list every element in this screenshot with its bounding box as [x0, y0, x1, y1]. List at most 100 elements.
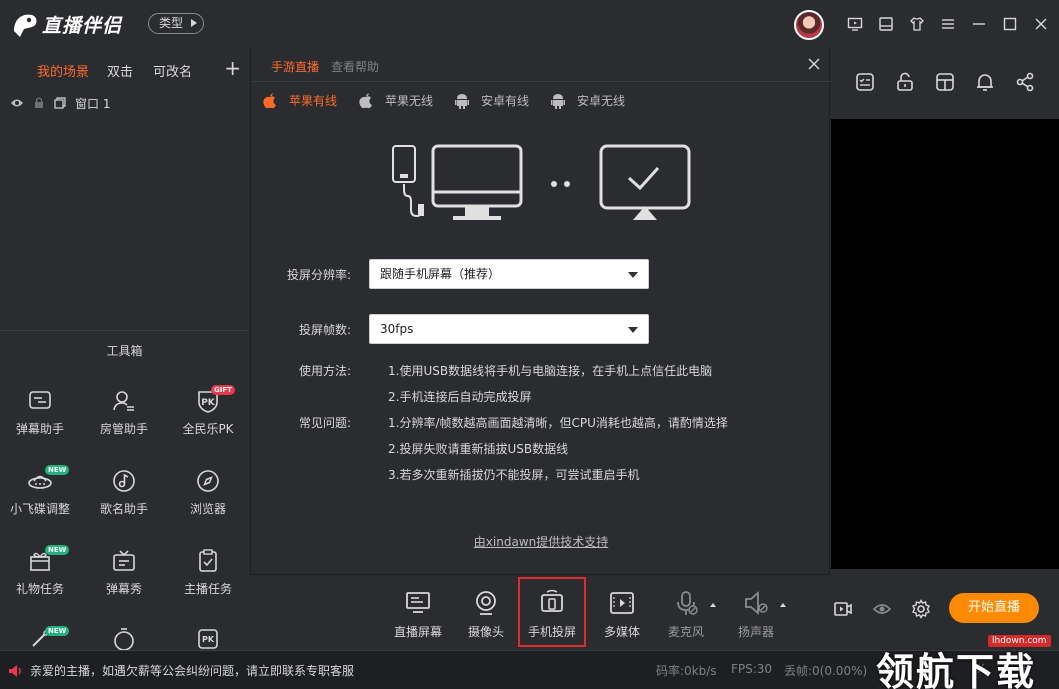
- unlock-icon[interactable]: [895, 72, 917, 94]
- layout-icon[interactable]: [876, 14, 896, 34]
- menu-icon[interactable]: [938, 14, 958, 34]
- tool-gift-task[interactable]: NEW 礼物任务: [0, 545, 80, 618]
- tool-label: 弹幕助手: [15, 422, 64, 436]
- bitrate-stat: 码率:0kb/s: [656, 664, 717, 678]
- close-icon[interactable]: [1031, 14, 1051, 34]
- media-button[interactable]: 多媒体: [588, 575, 656, 645]
- new-badge: NEW: [45, 465, 70, 475]
- faq-line: 1.分辨率/帧数越高画面越清晰，但CPU消耗也越高，请酌情选择: [388, 416, 728, 430]
- settings-gear-icon[interactable]: [911, 599, 931, 619]
- media-icon: [610, 592, 634, 614]
- tool-label: 小飞碟调整: [9, 502, 70, 516]
- scene-tab-double-click[interactable]: 双击: [107, 61, 133, 80]
- apple-icon: [263, 93, 276, 108]
- scene-tabs: 我的场景 双击 可改名 +: [0, 48, 249, 90]
- lock-icon[interactable]: [33, 97, 45, 109]
- browser-icon: [197, 470, 219, 492]
- toolbox-title: 工具箱: [106, 344, 143, 358]
- title-bar: 直播伴侣 类型: [0, 0, 1059, 48]
- eye-icon[interactable]: [872, 599, 892, 619]
- maximize-icon[interactable]: [1000, 14, 1020, 34]
- app-name: 直播伴侣: [42, 14, 123, 37]
- skin-icon[interactable]: [907, 14, 927, 34]
- tool-label: 直播屏幕: [393, 625, 442, 639]
- screen-capture-button[interactable]: 直播屏幕: [384, 575, 452, 645]
- tool-ufo-adjust[interactable]: NEW 小飞碟调整: [0, 465, 80, 538]
- speaker-options-caret-icon[interactable]: [778, 599, 788, 611]
- usage-label: 使用方法:: [298, 364, 351, 378]
- eye-icon[interactable]: [10, 98, 24, 108]
- app-logo: 直播伴侣: [10, 9, 122, 39]
- new-badge: NEW: [45, 626, 70, 636]
- phone-cast-button[interactable]: 手机投屏: [518, 577, 586, 647]
- source-item[interactable]: 窗口 1: [10, 94, 110, 112]
- apple-icon: [359, 93, 373, 108]
- camera-button[interactable]: 摄像头: [452, 575, 520, 645]
- tab-apple-wired[interactable]: 苹果有线: [263, 92, 337, 109]
- chevron-down-icon: [628, 327, 638, 333]
- tool-browser[interactable]: 浏览器: [168, 468, 248, 538]
- tool-label: 手机投屏: [527, 625, 576, 639]
- tab-apple-wireless[interactable]: 苹果无线: [359, 92, 433, 109]
- fps-label: 投屏帧数:: [298, 322, 351, 337]
- scene-tab-my-scenes[interactable]: 我的场景: [37, 61, 89, 80]
- checklist-icon[interactable]: [855, 72, 877, 94]
- microphone-muted-icon: [677, 591, 698, 615]
- announcement-speaker-icon: [9, 664, 21, 677]
- danmaku-show-icon: [113, 550, 135, 571]
- minimize-icon[interactable]: [969, 14, 989, 34]
- tool-music-assistant[interactable]: 歌名助手: [84, 468, 164, 538]
- tab-label: 安卓有线: [481, 94, 530, 108]
- tool-label: 扬声器: [737, 625, 774, 639]
- tool-label: 礼物任务: [15, 582, 64, 596]
- notice-message[interactable]: 亲爱的主播，如遇欠薪等公会纠纷问题，请立即联系专职客服: [8, 662, 354, 679]
- add-scene-icon[interactable]: +: [224, 56, 241, 80]
- layout-panel-icon[interactable]: [935, 72, 957, 94]
- tool-label: 房管助手: [99, 422, 148, 436]
- fps-row: 投屏帧数: 30fps: [251, 314, 649, 344]
- tool-pk[interactable]: PK GIFT 全民乐PK: [168, 385, 248, 458]
- usage-line: 2.手机连接后自动完成投屏: [388, 390, 532, 404]
- play-triangle-icon: [191, 19, 198, 27]
- tool-danmaku-assistant[interactable]: 弹幕助手: [0, 388, 80, 458]
- scene-tab-renamable[interactable]: 可改名: [153, 61, 192, 80]
- watermark-text: 领航下载: [876, 650, 1037, 689]
- tool-pk-2[interactable]: PK: [168, 626, 248, 650]
- chevron-down-icon: [628, 272, 638, 278]
- connection-illustration: [392, 144, 691, 220]
- help-link[interactable]: 查看帮助: [331, 58, 379, 75]
- fps-select[interactable]: 30fps: [369, 314, 649, 344]
- fps-stat: FPS:30: [731, 662, 773, 676]
- tab-android-wireless[interactable]: 安卓无线: [551, 92, 625, 109]
- tab-label: 苹果无线: [385, 94, 434, 108]
- share-icon[interactable]: [1015, 72, 1037, 94]
- microphone-options-caret-icon[interactable]: [708, 599, 718, 611]
- tool-timer[interactable]: [84, 626, 164, 650]
- avatar[interactable]: [794, 10, 824, 40]
- phone-cast-icon: [541, 589, 563, 612]
- tool-room-admin[interactable]: 房管助手: [84, 388, 164, 458]
- dialog-close-icon[interactable]: [807, 57, 821, 71]
- tab-android-wired[interactable]: 安卓有线: [455, 92, 529, 109]
- dialog-title[interactable]: 手游直播: [271, 58, 319, 75]
- support-link[interactable]: 由xindawn提供技术支持: [251, 533, 831, 550]
- start-live-button[interactable]: 开始直播: [949, 593, 1039, 623]
- svg-text:PK: PK: [201, 398, 216, 408]
- usage-line: 1.使用USB数据线将手机与电脑连接，在手机上点信任此电脑: [388, 364, 713, 378]
- dialog-header: 手游直播 查看帮助: [251, 48, 831, 82]
- faq-line: 2.投屏失败请重新插拔USB数据线: [388, 442, 569, 456]
- type-button[interactable]: 类型: [148, 13, 205, 34]
- tool-danmaku-show[interactable]: 弹幕秀: [84, 548, 164, 618]
- type-button-label: 类型: [159, 16, 184, 30]
- tool-anchor-task[interactable]: 主播任务: [168, 548, 248, 618]
- monitor-icon[interactable]: [845, 14, 865, 34]
- resolution-select[interactable]: 跟随手机屏幕（推荐）: [369, 259, 649, 289]
- tool-label: 浏览器: [189, 502, 226, 516]
- anchor-task-icon: [199, 549, 217, 572]
- camera-icon: [476, 591, 496, 615]
- record-icon[interactable]: [833, 599, 853, 619]
- resolution-value: 跟随手机屏幕（推荐）: [380, 267, 501, 281]
- room-admin-icon: [113, 391, 134, 411]
- tool-row-partial[interactable]: NEW: [0, 626, 80, 650]
- bell-icon[interactable]: [975, 72, 997, 94]
